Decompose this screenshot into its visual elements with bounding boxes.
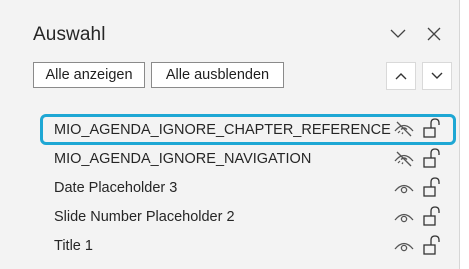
visibility-toggle[interactable] [393,118,415,140]
object-name: MIO_AGENDA_IGNORE_CHAPTER_REFERENCE [54,121,391,138]
eye-icon [394,213,414,223]
unlock-icon [423,177,440,197]
unlock-icon [423,206,440,226]
chevron-up-icon [395,73,407,80]
visibility-toggle[interactable] [393,148,415,170]
eye-icon [394,184,414,194]
eye-hidden-icon [394,151,414,167]
object-name: Date Placeholder 3 [54,179,178,196]
object-name: Title 1 [54,237,93,254]
lock-toggle[interactable] [421,117,443,139]
unlock-icon [423,235,440,255]
close-pane-button[interactable] [420,20,448,48]
bring-forward-button[interactable] [386,62,416,90]
pane-title: Auswahl [33,24,106,45]
send-backward-button[interactable] [422,62,452,90]
lock-toggle[interactable] [421,147,443,169]
unlock-icon [423,118,440,138]
object-name: Slide Number Placeholder 2 [54,208,235,225]
chevron-down-icon [431,72,443,79]
list-item[interactable]: Date Placeholder 3 [40,173,456,202]
unlock-icon [423,148,440,168]
object-name: MIO_AGENDA_IGNORE_NAVIGATION [54,150,312,167]
close-icon [427,27,441,41]
lock-toggle[interactable] [421,176,443,198]
eye-hidden-icon [394,121,414,137]
lock-toggle[interactable] [421,205,443,227]
visibility-toggle[interactable] [393,235,415,257]
pane-options-button[interactable] [384,20,412,48]
hide-all-button[interactable]: Alle ausblenden [151,62,284,88]
list-item[interactable]: Slide Number Placeholder 2 [40,202,456,231]
visibility-toggle[interactable] [393,177,415,199]
list-item[interactable]: MIO_AGENDA_IGNORE_CHAPTER_REFERENCE [40,114,456,145]
chevron-down-icon [390,29,406,38]
lock-toggle[interactable] [421,234,443,256]
list-item[interactable]: MIO_AGENDA_IGNORE_NAVIGATION [40,144,456,173]
visibility-toggle[interactable] [393,206,415,228]
list-item[interactable]: Title 1 [40,231,456,260]
eye-icon [394,242,414,252]
show-all-button[interactable]: Alle anzeigen [33,62,145,88]
selection-pane: Auswahl Alle anzeigen Alle ausblenden MI… [0,0,460,269]
